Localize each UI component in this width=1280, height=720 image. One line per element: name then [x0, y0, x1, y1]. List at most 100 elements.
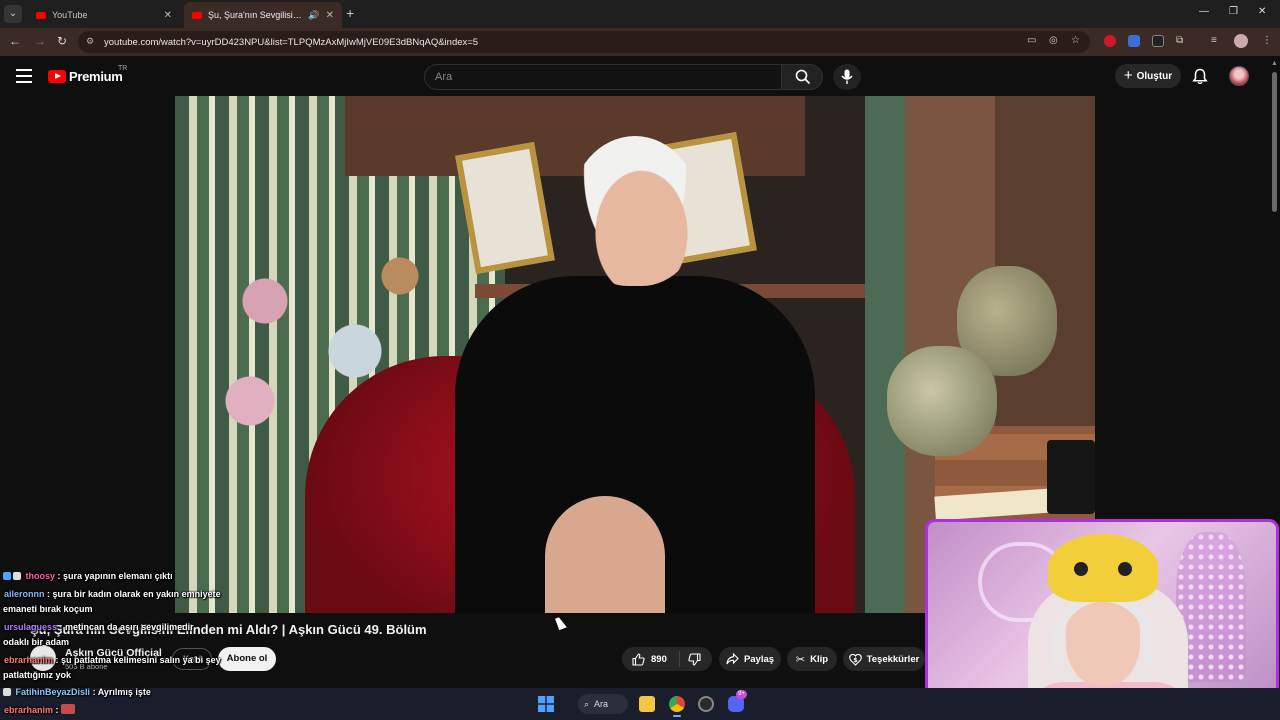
- create-label: Oluştur: [1136, 70, 1173, 82]
- like-count: 890: [651, 653, 667, 665]
- chat-username[interactable]: ebrarhanim: [4, 655, 53, 665]
- chat-username[interactable]: thoosy: [26, 571, 56, 581]
- chat-text: : şura yapının elemanı çıktı: [57, 571, 173, 581]
- microphone-icon: [841, 69, 853, 84]
- chat-username[interactable]: ursulaguess: [4, 622, 57, 632]
- windows-start-icon[interactable]: [538, 696, 554, 712]
- new-tab-button[interactable]: +: [346, 5, 354, 21]
- like-dislike-group: 890: [622, 647, 712, 671]
- obs-icon[interactable]: [698, 696, 714, 712]
- reading-list-icon[interactable]: ≡: [1211, 35, 1217, 46]
- chat-username[interactable]: FatihinBeyazDisli: [16, 687, 91, 697]
- extension-dark-icon[interactable]: [1152, 35, 1164, 47]
- create-button[interactable]: + Oluştur: [1115, 64, 1181, 88]
- region-label: TR: [118, 65, 128, 72]
- browser-toolbar: ← → ↻ ⚙ youtube.com/watch?v=uyrDD423NPU&…: [0, 28, 1280, 56]
- scroll-up-arrow-icon[interactable]: ▲: [1271, 60, 1278, 67]
- file-explorer-icon[interactable]: [639, 696, 655, 712]
- chat-message-continued: emaneti bırak koçum: [3, 602, 93, 616]
- forward-button[interactable]: →: [34, 34, 46, 48]
- extension-red-icon[interactable]: [1104, 35, 1116, 47]
- thanks-button[interactable]: $ Teşekkürler: [843, 647, 925, 671]
- youtube-favicon-icon: [36, 11, 46, 19]
- minimize-button[interactable]: —: [1199, 6, 1209, 17]
- video-scene-person-legs: [545, 496, 665, 613]
- tab-video-active[interactable]: Şu, Şura'nın Sevgilisini Elinden 🔊 ✕: [184, 2, 342, 28]
- clip-button[interactable]: ✂ Klip: [787, 647, 837, 671]
- search-button[interactable]: [781, 64, 823, 90]
- tab-title: YouTube: [52, 10, 88, 20]
- notifications-bell-icon[interactable]: [1192, 68, 1208, 85]
- page-scrollbar-thumb[interactable]: [1272, 72, 1277, 212]
- address-bar[interactable]: ⚙ youtube.com/watch?v=uyrDD423NPU&list=T…: [78, 31, 1090, 53]
- video-scene-mug: [1047, 440, 1095, 514]
- close-icon[interactable]: ✕: [164, 10, 172, 21]
- window-close-button[interactable]: ✕: [1258, 6, 1266, 17]
- notification-badge: 9+: [736, 690, 747, 699]
- chat-message-continued: patlattığınız yok: [3, 668, 71, 682]
- cast-icon[interactable]: ▭: [1027, 35, 1036, 46]
- profile-avatar[interactable]: [1234, 34, 1248, 48]
- webcam-pikachu-hat: [1048, 534, 1158, 602]
- chat-text: : şura bir kadın olarak en yakın emniyet…: [47, 589, 221, 599]
- site-info-icon[interactable]: ⚙: [86, 36, 98, 48]
- browser-tab-strip: ⌄ YouTube ✕ Şu, Şura'nın Sevgilisini Eli…: [0, 0, 1280, 28]
- restore-button[interactable]: ❐: [1229, 6, 1238, 17]
- brand-label: Premium: [69, 69, 123, 84]
- share-arrow-icon: [726, 653, 739, 665]
- dislike-button[interactable]: [680, 652, 701, 666]
- super-thanks-icon: $: [848, 653, 862, 666]
- speaker-icon[interactable]: 🔊: [308, 10, 319, 21]
- subscribe-button[interactable]: Abone ol: [218, 647, 276, 671]
- youtube-play-icon: [48, 70, 66, 83]
- chat-badge-icon: [3, 688, 11, 696]
- mouse-cursor: [555, 615, 567, 631]
- chat-text: patlattığınız yok: [3, 670, 72, 680]
- search-input[interactable]: Ara: [424, 64, 782, 90]
- youtube-favicon-icon: [192, 11, 202, 19]
- youtube-masthead: Premium TR Ara + Oluştur: [0, 56, 1280, 96]
- plus-icon: +: [1123, 66, 1133, 84]
- chat-text: : Ayrılmış işte: [92, 687, 151, 697]
- chat-badge-icon: [13, 572, 21, 580]
- url-text: youtube.com/watch?v=uyrDD423NPU&list=TLP…: [104, 36, 479, 48]
- active-app-indicator: [673, 715, 681, 717]
- tab-search-menu-button[interactable]: ⌄: [4, 5, 22, 23]
- tab-title: Şu, Şura'nın Sevgilisini Elinden: [208, 10, 302, 20]
- windows-logo-icon: [538, 696, 554, 712]
- taskbar-search[interactable]: ⌕ Ara: [578, 694, 628, 714]
- close-icon[interactable]: ✕: [326, 10, 334, 21]
- share-button[interactable]: Paylaş: [719, 647, 781, 671]
- voice-search-button[interactable]: [833, 64, 861, 90]
- account-avatar[interactable]: [1229, 66, 1249, 86]
- search-icon: [795, 69, 811, 85]
- chat-message-continued: odaklı bir adam: [3, 635, 69, 649]
- youtube-premium-logo[interactable]: Premium TR: [48, 65, 127, 84]
- reload-button[interactable]: ↻: [57, 34, 67, 48]
- menu-icon[interactable]: [16, 69, 32, 83]
- chat-username[interactable]: ebrarhanim: [4, 705, 53, 715]
- taskbar-search-label: Ara: [594, 699, 609, 709]
- chrome-menu-icon[interactable]: ⋮: [1262, 35, 1272, 46]
- chrome-icon[interactable]: [669, 696, 685, 712]
- chat-username[interactable]: aileronnn: [4, 589, 45, 599]
- extension-blue-icon[interactable]: [1128, 35, 1140, 47]
- thumbs-down-icon: [688, 652, 701, 666]
- chat-text: odaklı bir adam: [3, 637, 70, 647]
- chat-emote-icon: [61, 704, 76, 714]
- tab-youtube[interactable]: YouTube ✕: [28, 2, 180, 28]
- extensions-puzzle-icon[interactable]: ⧉: [1176, 35, 1183, 46]
- search-icon: ⌕: [584, 698, 590, 709]
- chat-message: ursulaguess : metincan da aşırı sevgilim…: [4, 620, 194, 634]
- bookmark-star-icon[interactable]: ☆: [1071, 35, 1080, 46]
- back-button[interactable]: ←: [9, 34, 21, 48]
- scissors-icon: ✂: [795, 653, 806, 666]
- thumbs-up-icon: [632, 652, 645, 666]
- like-button[interactable]: 890: [622, 651, 680, 667]
- eye-off-icon[interactable]: ◎: [1049, 35, 1058, 46]
- windows-taskbar: FatihinBeyazDisli : Ayrılmış işte ebrarh…: [0, 685, 1280, 720]
- chat-badge-icon: [3, 572, 11, 580]
- chat-text: : metincan da aşırı sevgilimedir: [59, 622, 194, 632]
- video-scene-person-head: [570, 136, 700, 286]
- chat-message: FatihinBeyazDisli : Ayrılmış işte: [3, 685, 151, 699]
